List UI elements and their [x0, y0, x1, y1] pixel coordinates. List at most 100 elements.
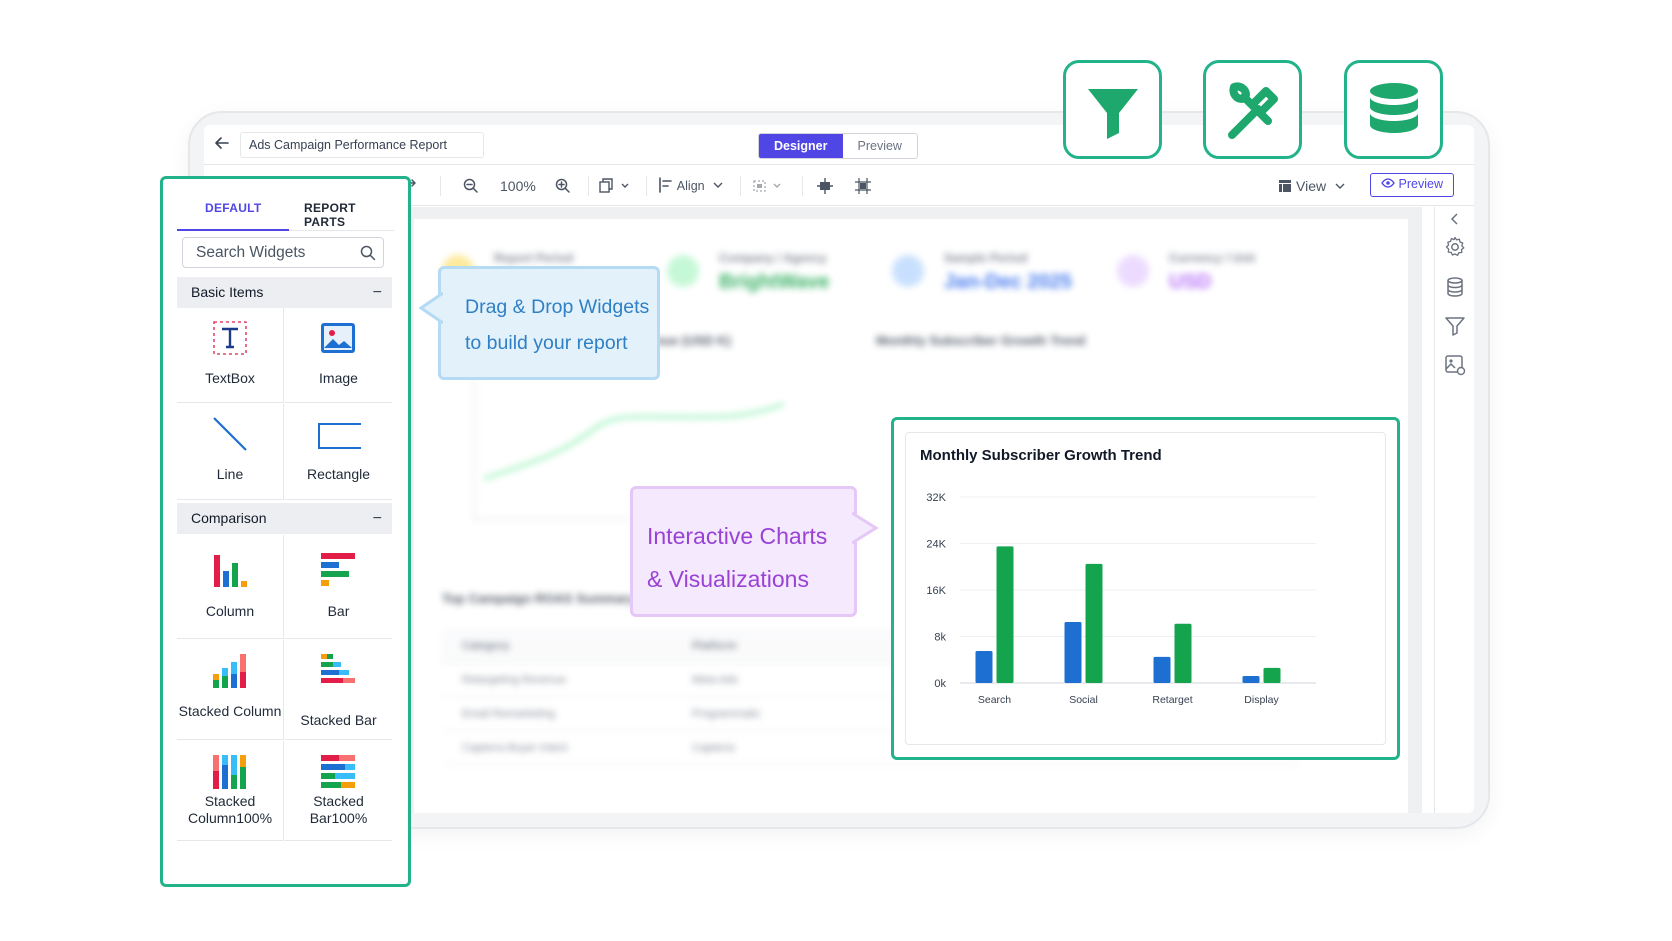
bar[interactable]	[1153, 656, 1171, 683]
callout-line-1: Interactive Charts	[647, 523, 828, 549]
tab-default[interactable]: DEFAULT	[205, 201, 262, 215]
report-title-field[interactable]: Ads Campaign Performance Report	[240, 132, 484, 158]
bring-to-front-icon	[817, 178, 833, 194]
collapse-rail-button[interactable]	[1443, 211, 1467, 235]
y-tick-label: 0k	[934, 678, 946, 690]
stacked-column-icon	[213, 654, 246, 688]
data-source-button[interactable]	[1443, 275, 1467, 299]
bar-chart-icon	[321, 553, 355, 586]
y-tick-label: 16K	[926, 585, 946, 597]
x-tick-label: Social	[1069, 694, 1098, 706]
right-rail	[1434, 207, 1474, 813]
copy-icon	[599, 178, 629, 193]
interactive-charts-callout: Interactive Charts & Visualizations	[630, 486, 879, 617]
rectangle-icon	[318, 423, 361, 449]
filter-button[interactable]	[1443, 314, 1467, 338]
search-input[interactable]	[183, 238, 353, 267]
preview-tab[interactable]: Preview	[842, 134, 917, 158]
widget-stacked-bar[interactable]: Stacked Bar	[285, 640, 392, 740]
arrow-left-icon	[215, 137, 229, 149]
widget-stacked-column[interactable]: Stacked Column	[177, 640, 284, 740]
widget-image[interactable]: Image	[285, 308, 392, 403]
stacked-column-100-icon	[213, 755, 246, 789]
view-dropdown[interactable]: View	[1278, 175, 1346, 197]
collapse-icon[interactable]: −	[373, 277, 382, 308]
gear-icon	[1445, 236, 1465, 256]
chevron-down-icon	[713, 182, 723, 188]
kpi-card: Currency / Unit USD	[1089, 219, 1309, 309]
zoom-in-button[interactable]	[554, 175, 572, 197]
align-left-icon	[659, 177, 672, 193]
bar-chart: 0k 8k 16K 24K 32K Search Social Retarget Display	[926, 492, 1316, 706]
zoom-out-icon	[463, 178, 478, 193]
zoom-out-button[interactable]	[462, 175, 480, 197]
x-tick-label: Display	[1244, 694, 1279, 706]
database-feature-tile	[1344, 60, 1443, 159]
back-button[interactable]	[210, 133, 234, 157]
widget-search	[182, 237, 384, 268]
textbox-icon	[213, 321, 247, 355]
drag-drop-callout: Drag & Drop Widgets to build your report	[419, 266, 660, 380]
widget-tabs: DEFAULT REPORT PARTS	[177, 179, 394, 231]
bar[interactable]	[1174, 623, 1192, 683]
bar[interactable]	[1263, 667, 1281, 683]
bar[interactable]	[1085, 563, 1103, 683]
widget-stacked-column-100[interactable]: Stacked Column100%	[177, 741, 284, 841]
mode-switch: Designer Preview	[758, 133, 918, 159]
align-dropdown[interactable]: Align	[658, 175, 724, 197]
widget-bar[interactable]: Bar	[285, 535, 392, 639]
bar[interactable]	[1064, 621, 1082, 683]
bar[interactable]	[996, 546, 1014, 683]
zoom-in-icon	[555, 178, 570, 193]
widget-stacked-bar-100[interactable]: Stacked Bar100%	[285, 741, 392, 841]
view-label: View	[1296, 178, 1327, 194]
tools-feature-tile	[1203, 60, 1302, 159]
group-icon	[753, 180, 781, 192]
kpi-card: Sample Period Jan-Dec 2025	[864, 219, 1084, 309]
x-tick-label: Retarget	[1152, 694, 1192, 706]
bar[interactable]	[1242, 676, 1260, 683]
preview-label: Preview	[1398, 177, 1443, 191]
y-tick-label: 32K	[926, 492, 946, 504]
section-basic-items[interactable]: Basic Items −	[177, 277, 392, 308]
eye-icon	[1381, 178, 1395, 188]
stage: Ads Campaign Performance Report Designer…	[0, 0, 1672, 941]
filter-feature-tile	[1063, 60, 1162, 159]
bar[interactable]	[975, 651, 993, 683]
image-settings-icon	[1445, 355, 1466, 376]
widget-rectangle[interactable]: Rectangle	[285, 404, 392, 500]
settings-button[interactable]	[1443, 235, 1467, 259]
designer-tab[interactable]: Designer	[759, 134, 843, 158]
callout-line-2: & Visualizations	[647, 566, 809, 592]
filter-icon	[1445, 317, 1465, 336]
database-icon	[1370, 83, 1418, 133]
send-back-button[interactable]	[854, 175, 872, 197]
preview-button[interactable]: Preview	[1370, 173, 1454, 197]
kpi-card: Company / Agency BrightWave	[639, 219, 859, 309]
widget-column[interactable]: Column	[177, 535, 284, 639]
search-icon[interactable]	[359, 244, 377, 262]
stacked-bar-icon	[321, 654, 355, 683]
send-to-back-icon	[855, 178, 871, 194]
bring-front-button[interactable]	[816, 175, 834, 197]
section-label: Basic Items	[191, 284, 264, 300]
section-comparison[interactable]: Comparison −	[177, 503, 392, 534]
chart-widget[interactable]: Monthly Subscriber Growth Trend 0k 8k 16K 2…	[891, 417, 1400, 760]
tab-report-parts[interactable]: REPORT PARTS	[304, 201, 394, 229]
callout-line-1: Drag & Drop Widgets	[465, 296, 650, 318]
widget-textbox[interactable]: TextBox	[177, 308, 284, 403]
align-label: Align	[676, 179, 705, 193]
filter-icon	[1088, 89, 1138, 139]
line-icon	[213, 417, 247, 451]
y-tick-label: 8k	[934, 632, 946, 644]
x-tick-label: Search	[978, 694, 1011, 706]
collapse-icon[interactable]: −	[373, 503, 382, 534]
column-chart-icon	[214, 555, 247, 587]
copy-dropdown[interactable]	[598, 175, 632, 197]
chevron-left-icon	[1450, 213, 1458, 225]
image-settings-button[interactable]	[1443, 353, 1467, 377]
group-dropdown[interactable]	[752, 175, 786, 197]
widget-line[interactable]: Line	[177, 404, 284, 500]
stacked-bar-100-icon	[321, 755, 355, 788]
zoom-level[interactable]: 100%	[500, 175, 536, 197]
